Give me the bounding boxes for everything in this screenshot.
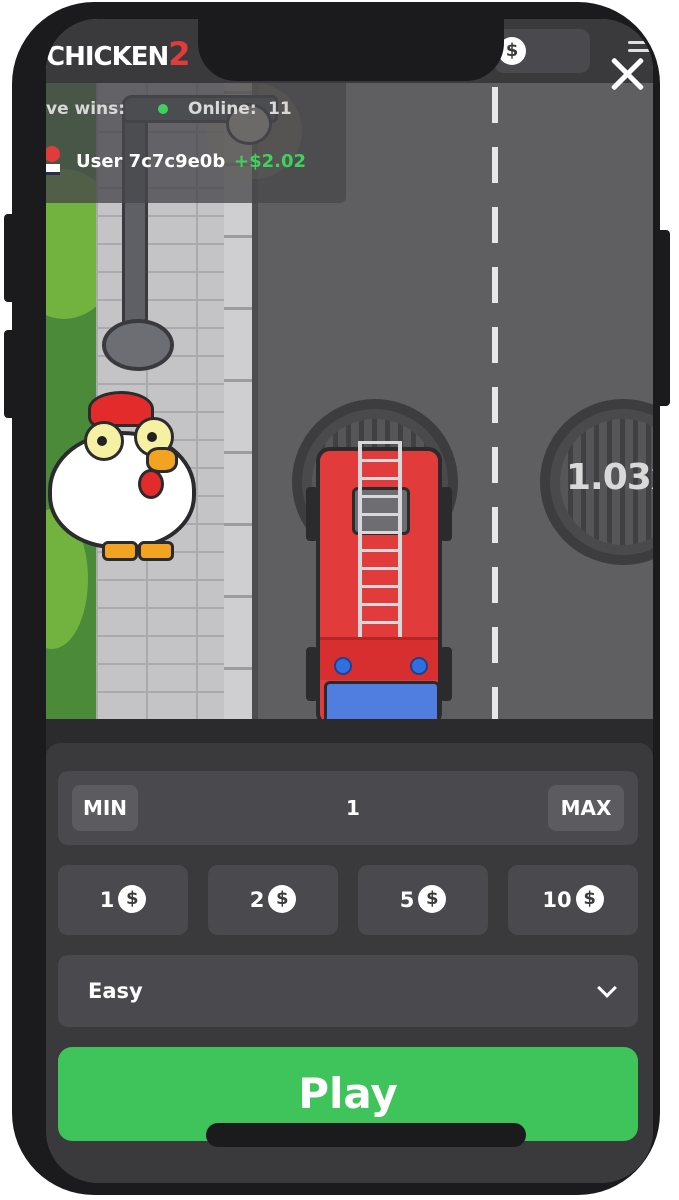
difficulty-value: Easy bbox=[88, 979, 143, 1003]
phone-screen: 1.03x bbox=[46, 19, 653, 1183]
dollar-coin-icon: $ bbox=[268, 885, 297, 913]
phone-notch bbox=[198, 19, 504, 81]
bet-amount-row: MIN 1 MAX bbox=[58, 771, 638, 845]
close-icon[interactable] bbox=[606, 53, 648, 95]
quick-bet-10-button[interactable]: 10 $ bbox=[508, 865, 638, 935]
lane-divider bbox=[492, 87, 498, 719]
winner-amount: +$2.02 bbox=[234, 151, 307, 172]
dollar-coin-icon: $ bbox=[118, 885, 147, 913]
ladder bbox=[358, 441, 402, 641]
online-status-icon bbox=[158, 104, 168, 114]
online-count: 11 bbox=[268, 99, 292, 119]
game-scene: 1.03x bbox=[46, 19, 653, 719]
lamp-base bbox=[102, 319, 174, 371]
min-bet-button[interactable]: MIN bbox=[72, 785, 138, 831]
phone-frame: 1.03x bbox=[12, 2, 660, 1195]
game-logo: CHICKEN2 bbox=[46, 35, 191, 73]
chicken-character bbox=[46, 391, 202, 561]
home-indicator bbox=[206, 1123, 526, 1147]
live-wins-label: ve wins: bbox=[46, 99, 126, 119]
bet-amount-value[interactable]: 1 bbox=[258, 771, 448, 845]
max-bet-button[interactable]: MAX bbox=[548, 785, 624, 831]
online-label: Online: bbox=[188, 99, 257, 119]
quick-bet-1-button[interactable]: 1 $ bbox=[58, 865, 188, 935]
dollar-coin-icon: $ bbox=[575, 885, 604, 913]
quick-bet-5-button[interactable]: 5 $ bbox=[358, 865, 488, 935]
user-avatar bbox=[46, 146, 60, 176]
winner-username: User 7c7c9e0b bbox=[76, 151, 226, 172]
controls-area: MIN 1 MAX 1 $ 2 $ 5 $ 10 $ Easy Play bbox=[46, 719, 653, 1183]
truck-cab bbox=[324, 681, 440, 719]
dollar-coin-icon: $ bbox=[418, 885, 447, 913]
fire-truck bbox=[306, 441, 452, 719]
chevron-down-icon bbox=[597, 978, 617, 998]
multiplier-text: 1.03x bbox=[566, 457, 653, 498]
difficulty-select[interactable]: Easy bbox=[58, 955, 638, 1027]
quick-bet-2-button[interactable]: 2 $ bbox=[208, 865, 338, 935]
